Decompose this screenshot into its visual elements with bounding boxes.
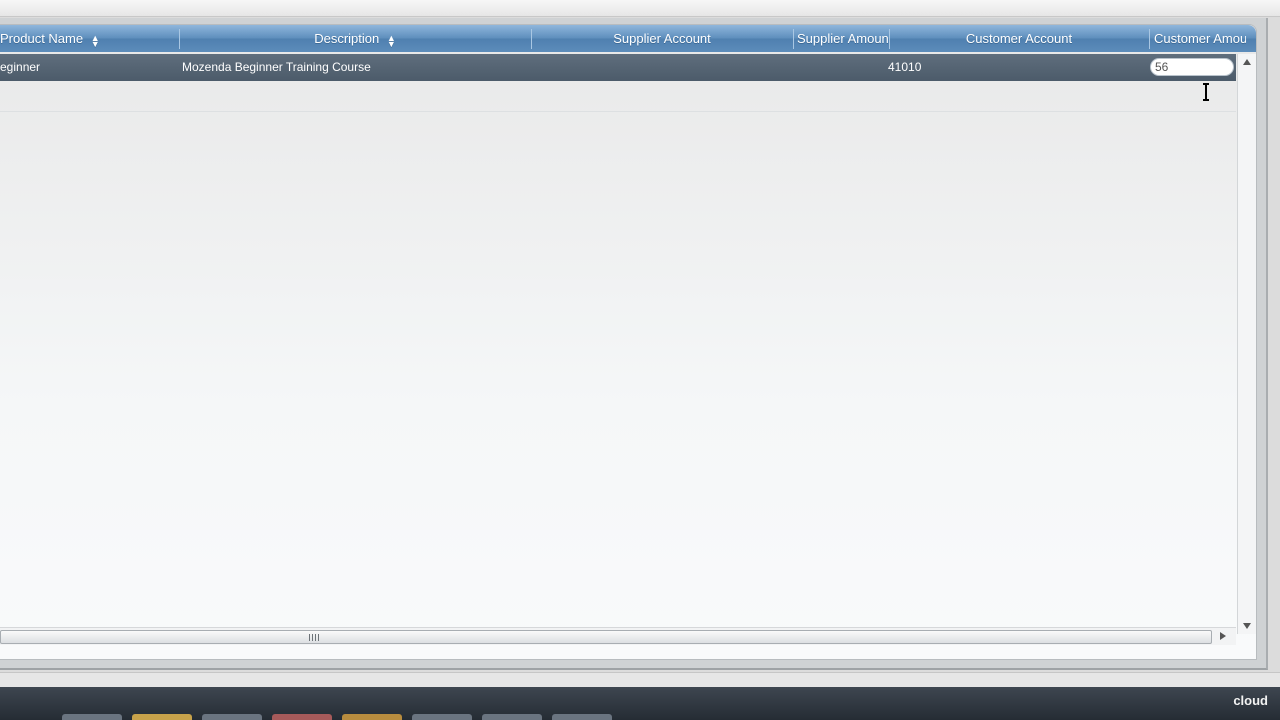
column-label: Product Name (0, 31, 84, 46)
column-label: Supplier Account (613, 31, 711, 46)
column-header-supplier-amount[interactable]: Supplier Amoun (797, 25, 889, 52)
taskbar-button[interactable] (552, 714, 612, 720)
customer-account-cell[interactable] (892, 54, 1146, 81)
column-label: Supplier Amoun (797, 31, 889, 46)
taskbar-button[interactable] (62, 714, 122, 720)
taskbar: cloud (0, 687, 1280, 720)
column-header-customer-amount[interactable]: Customer Amou (1154, 25, 1246, 52)
horizontal-scrollbar[interactable] (0, 627, 1236, 645)
column-separator[interactable] (1149, 29, 1150, 49)
top-strip (0, 0, 1280, 17)
taskbar-button[interactable] (202, 714, 262, 720)
taskbar-label: cloud (1233, 693, 1268, 708)
scroll-right-icon[interactable] (1220, 632, 1226, 640)
horizontal-scroll-thumb[interactable] (0, 630, 1212, 644)
scroll-up-icon[interactable] (1243, 59, 1251, 65)
grid-panel: Product Name ▲ ▼ Description ▲ ▼ Supplier … (0, 24, 1257, 660)
column-label: Customer Amou (1154, 31, 1246, 46)
description-cell[interactable]: Mozenda Beginner Training Course (182, 54, 528, 81)
product-name-cell[interactable]: eginner (0, 54, 176, 81)
taskbar-button[interactable] (132, 714, 192, 720)
column-label: Description (314, 31, 380, 46)
sort-icon[interactable]: ▲ ▼ (387, 33, 396, 48)
taskbar-button[interactable] (272, 714, 332, 720)
customer-amount-input[interactable] (1150, 58, 1234, 76)
taskbar-button[interactable] (342, 714, 402, 720)
column-header-description[interactable]: Description ▲ ▼ (180, 25, 530, 52)
column-label: Customer Account (965, 31, 1073, 46)
scroll-down-icon[interactable] (1243, 623, 1251, 629)
text-cursor-icon (1203, 83, 1209, 101)
column-header-customer-account[interactable]: Customer Account (890, 25, 1148, 52)
grid-window: Product Name ▲ ▼ Description ▲ ▼ Supplier … (0, 18, 1268, 670)
vertical-scrollbar[interactable] (1237, 54, 1256, 634)
bottom-band (0, 672, 1280, 687)
grid-header: Product Name ▲ ▼ Description ▲ ▼ Supplier … (0, 25, 1256, 52)
column-header-product-name[interactable]: Product Name ▲ ▼ (0, 25, 178, 52)
row-divider (0, 111, 1236, 112)
column-header-supplier-account[interactable]: Supplier Account (532, 25, 792, 52)
column-separator[interactable] (793, 29, 794, 49)
scroll-grip-icon (309, 634, 319, 641)
table-row[interactable]: eginner Mozenda Beginner Training Course… (0, 54, 1236, 81)
sort-icon[interactable]: ▲ ▼ (91, 33, 100, 48)
taskbar-button[interactable] (412, 714, 472, 720)
supplier-account-cell[interactable] (534, 54, 790, 81)
taskbar-button[interactable] (482, 714, 542, 720)
